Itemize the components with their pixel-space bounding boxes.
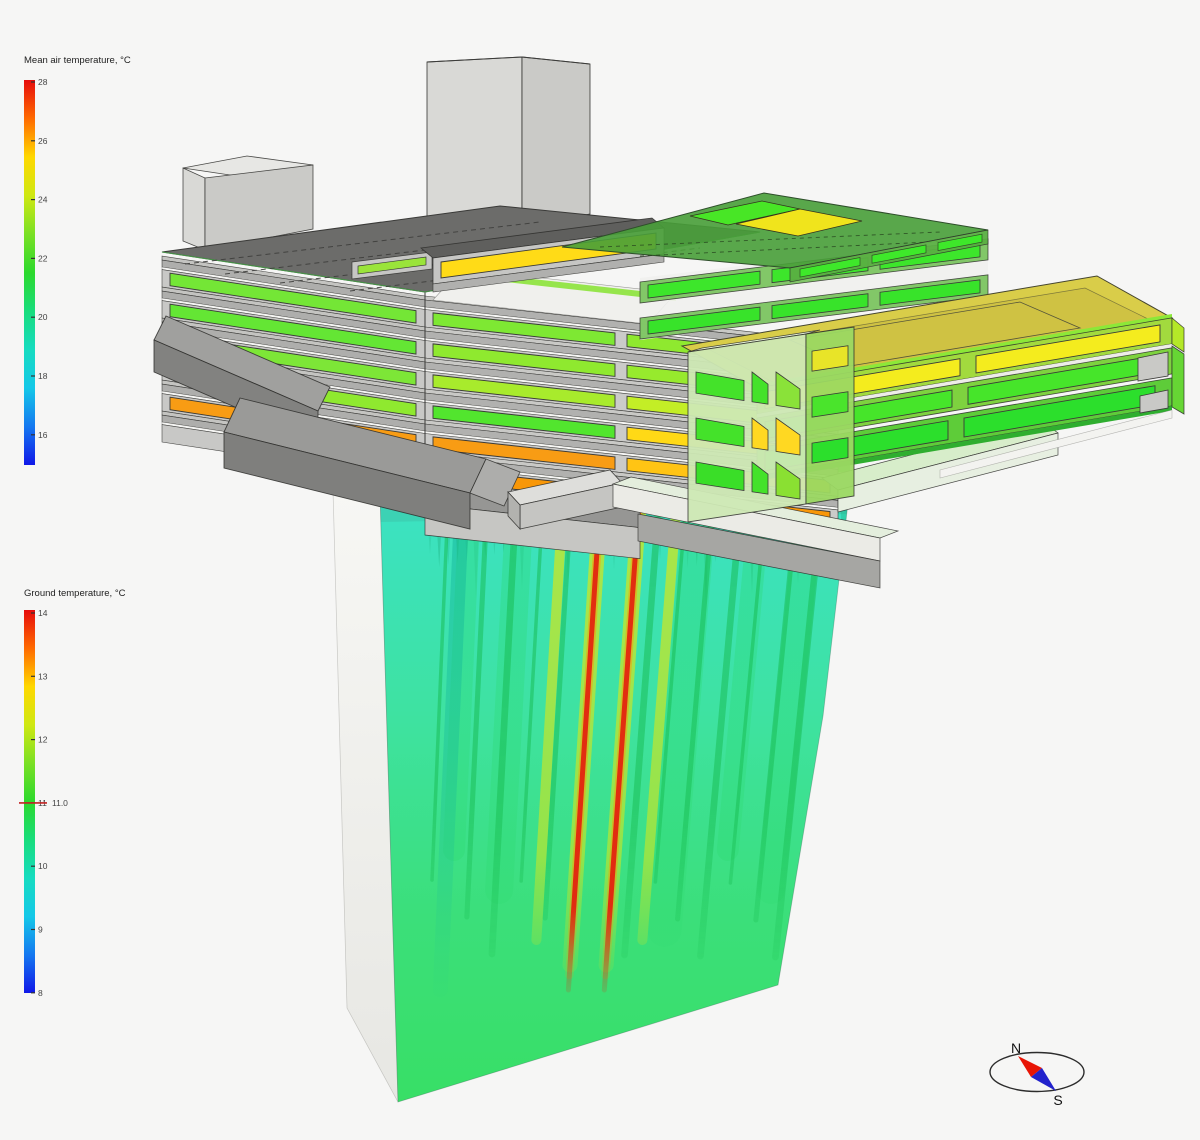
legend-title: Ground temperature, °C (24, 588, 126, 599)
scene-svg: Mean air temperature, °C 28 26 24 22 20 18 16 G… (0, 0, 1200, 1140)
legend-tick-label: 9 (38, 925, 43, 935)
legend-tick-label: 24 (38, 195, 48, 205)
legend-tick-label: 22 (38, 253, 48, 263)
legend-tick-label: 16 (38, 430, 48, 440)
tower-b (427, 57, 590, 230)
legend-tick-label: 13 (38, 671, 48, 681)
setpoint-marker-label: 11.0 (52, 798, 68, 808)
compass-south-label: S (1053, 1092, 1062, 1108)
legend-tick-label: 18 (38, 371, 48, 381)
legend-tick-label: 20 (38, 312, 48, 322)
compass: NS (990, 1040, 1084, 1108)
legend-colorbar (24, 610, 35, 993)
legend-tick-label: 14 (38, 608, 48, 618)
building-3d-model (154, 57, 1184, 588)
simulation-3d-viewport[interactable]: Mean air temperature, °C 28 26 24 22 20 18 16 G… (0, 0, 1200, 1140)
legend-air-temperature: Mean air temperature, °C 28 26 24 22 20 18 16 (24, 55, 131, 465)
legend-tick-label: 12 (38, 735, 48, 745)
legend-tick-label: 26 (38, 136, 48, 146)
ground-temperature-section (333, 486, 850, 1102)
legend-title: Mean air temperature, °C (24, 55, 131, 66)
legend-ground-temperature: Ground temperature, °C14131211109811.0 (19, 588, 126, 998)
legend-tick-label: 8 (38, 988, 43, 998)
mid-block (688, 327, 854, 522)
legend-tick-label: 28 (38, 77, 48, 87)
compass-north-label: N (1011, 1040, 1021, 1056)
legend-colorbar (24, 80, 35, 465)
legend-tick-label: 10 (38, 861, 48, 871)
